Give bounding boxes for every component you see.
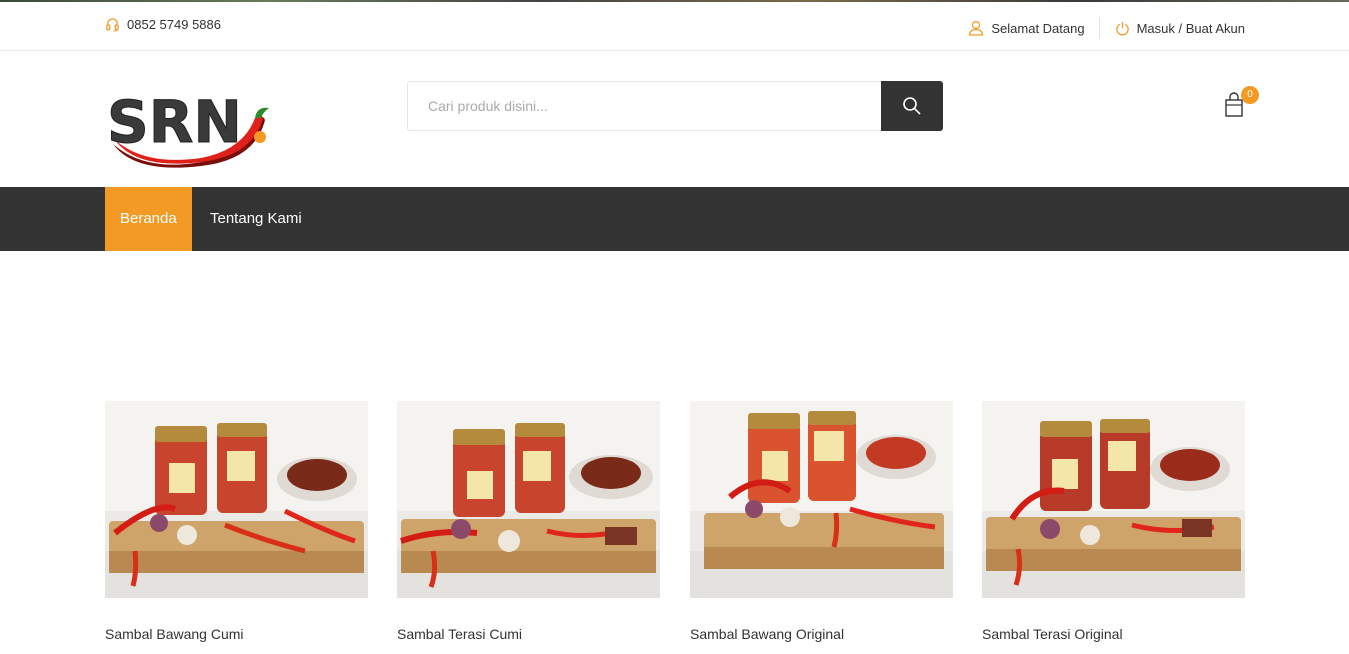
top-bar: 0852 5749 5886 Selamat Datang Masuk / Bu…: [0, 0, 1349, 51]
product-photo: [690, 401, 953, 598]
login-label: Masuk / Buat Akun: [1136, 20, 1245, 36]
product-photo: [397, 401, 660, 598]
search-input[interactable]: [407, 81, 881, 131]
product-name[interactable]: Sambal Terasi Original: [982, 626, 1245, 642]
nav-item-tentang-kami[interactable]: Tentang Kami: [210, 187, 302, 251]
welcome-link[interactable]: Selamat Datang: [968, 20, 1085, 36]
search-bar: [407, 81, 943, 131]
phone-number: 0852 5749 5886: [127, 17, 221, 32]
site-logo[interactable]: SRN: [105, 82, 273, 168]
product-image[interactable]: [982, 401, 1245, 598]
search-icon: [903, 97, 921, 115]
product-name[interactable]: Sambal Terasi Cumi: [397, 626, 660, 642]
welcome-label: Selamat Datang: [991, 20, 1085, 36]
product-name[interactable]: Sambal Bawang Original: [690, 626, 953, 642]
product-image[interactable]: [397, 401, 660, 598]
product-image[interactable]: [690, 401, 953, 598]
product-photo: [982, 401, 1245, 598]
headset-icon: [106, 18, 119, 32]
login-link[interactable]: Masuk / Buat Akun: [1115, 21, 1245, 36]
product-image[interactable]: [105, 401, 368, 598]
cart-button[interactable]: 0: [1224, 86, 1260, 118]
user-icon: [969, 20, 984, 36]
divider: [1098, 17, 1100, 39]
search-button[interactable]: [881, 81, 943, 131]
product-card[interactable]: Sambal Terasi Cumi: [397, 401, 660, 642]
power-icon: [1115, 21, 1129, 35]
product-card[interactable]: Sambal Bawang Original: [690, 401, 953, 642]
main-navigation: Beranda Tentang Kami: [0, 187, 1349, 251]
nav-item-beranda[interactable]: Beranda: [105, 187, 192, 251]
product-grid: Sambal Bawang Cumi Sambal Terasi Cumi Sa…: [105, 401, 1245, 654]
account-links: Selamat Datang Masuk / Buat Akun: [968, 17, 1245, 39]
cart-count-badge: 0: [1241, 86, 1259, 104]
product-name[interactable]: Sambal Bawang Cumi: [105, 626, 368, 642]
product-card[interactable]: Sambal Terasi Original: [982, 401, 1245, 642]
svg-text:SRN: SRN: [107, 88, 242, 156]
contact-phone: 0852 5749 5886: [105, 17, 221, 32]
product-card[interactable]: Sambal Bawang Cumi: [105, 401, 368, 642]
logo-image: SRN: [107, 88, 269, 168]
product-photo: [105, 401, 368, 598]
